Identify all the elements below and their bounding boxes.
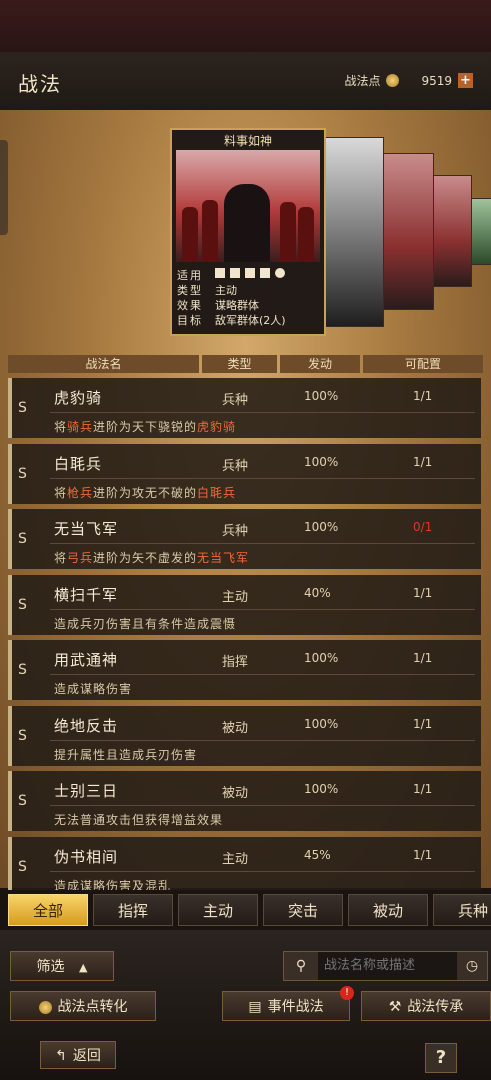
book-icon: ▤ <box>248 999 262 1015</box>
crossed-weapons-icon <box>245 268 255 278</box>
side-handle[interactable] <box>0 140 8 235</box>
convert-points-button[interactable]: 战法点转化 <box>10 991 156 1021</box>
tactic-inherit-button[interactable]: ⚒ 战法传承 <box>361 991 491 1021</box>
help-button[interactable]: ? <box>425 1043 457 1073</box>
back-button[interactable]: ↰ 返回 <box>40 1041 116 1069</box>
arrow-icon <box>260 268 270 278</box>
tab-active[interactable]: 主动 <box>178 894 258 926</box>
col-rate: 发动 <box>280 355 360 373</box>
tactic-card[interactable] <box>322 137 384 327</box>
col-name: 战法名 <box>8 355 199 373</box>
search-box: ⚲ ◷ <box>283 951 488 981</box>
clock-icon[interactable]: ◷ <box>457 952 487 980</box>
table-row[interactable]: S 士别三日 被动 100% 1/1 无法普通攻击但获得增益效果 <box>8 771 481 831</box>
table-row[interactable]: S 用武通神 指挥 100% 1/1 造成谋略伤害 <box>8 640 481 700</box>
tactic-card[interactable] <box>380 153 434 310</box>
tab-passive[interactable]: 被动 <box>348 894 428 926</box>
search-input[interactable] <box>324 952 444 980</box>
table-row[interactable]: S 绝地反击 被动 100% 1/1 提升属性且造成兵刃伤害 <box>8 705 481 766</box>
table-row[interactable]: S 白毦兵 兵种 100% 1/1 将枪兵进阶为攻无不破的白毦兵 <box>8 443 481 504</box>
category-tabs: 全部 指挥 主动 突击 被动 兵种 <box>8 894 491 926</box>
event-tactics-button[interactable]: ▤ 事件战法 <box>222 991 350 1021</box>
hammer-icon: ⚒ <box>388 999 402 1015</box>
tab-troop[interactable]: 兵种 <box>433 894 491 926</box>
coin-icon <box>38 1000 52 1014</box>
tactic-list[interactable]: S 虎豹骑 兵种 100% 1/1 将骑兵进阶为天下骁锐的虎豹骑 S 白毦兵 兵… <box>8 378 481 890</box>
featured-tactic-info: 适用 类型 主动 效果 谋略群体 目标 敌军群体(2人) <box>177 268 286 327</box>
top-banner <box>0 0 491 52</box>
tab-assault[interactable]: 突击 <box>263 894 343 926</box>
wheel-icon <box>275 268 285 278</box>
search-icon[interactable]: ⚲ <box>284 952 318 980</box>
triangle-up-icon: ▲ <box>78 961 88 974</box>
table-row[interactable]: S 无当飞军 兵种 100% 0/1 将弓兵进阶为矢不虚发的无当飞军 <box>8 509 481 569</box>
table-row[interactable]: S 横扫千军 主动 40% 1/1 造成兵刃伤害且有条件造成震慑 <box>8 574 481 635</box>
notification-badge: ! <box>340 986 354 1000</box>
table-row[interactable]: S 虎豹骑 兵种 100% 1/1 将骑兵进阶为天下骁锐的虎豹骑 <box>8 378 481 438</box>
table-row[interactable]: S 伪书相间 主动 45% 1/1 造成谋略伤害及混乱 <box>8 836 481 890</box>
shield-icon <box>230 268 240 278</box>
tab-all[interactable]: 全部 <box>8 894 88 926</box>
tactic-points: 战法点 9519 + <box>344 72 473 89</box>
featured-tactic-art <box>176 150 320 262</box>
add-points-button[interactable]: + <box>458 73 473 88</box>
table-header: 战法名 类型 发动 可配置 <box>8 355 483 373</box>
tab-command[interactable]: 指挥 <box>93 894 173 926</box>
coin-icon <box>386 74 400 87</box>
col-type: 类型 <box>202 355 277 373</box>
col-slot: 可配置 <box>363 355 483 373</box>
featured-tactic-card[interactable]: 料事如神 适用 类型 主动 效果 谋略群体 目标 敌军群体(2人) <box>170 128 326 336</box>
troop-type-icons <box>215 268 285 283</box>
page-title: 战法 <box>18 72 62 96</box>
points-label: 战法点 <box>344 74 381 88</box>
header-bar: 战法 战法点 9519 + <box>0 52 491 111</box>
filter-button[interactable]: 筛选 ▲ <box>10 951 114 981</box>
points-value: 9519 <box>421 73 452 88</box>
tactic-card[interactable] <box>430 175 472 287</box>
cavalry-icon <box>215 268 225 278</box>
return-arrow-icon: ↰ <box>55 1048 67 1064</box>
featured-tactic-name: 料事如神 <box>223 134 272 148</box>
